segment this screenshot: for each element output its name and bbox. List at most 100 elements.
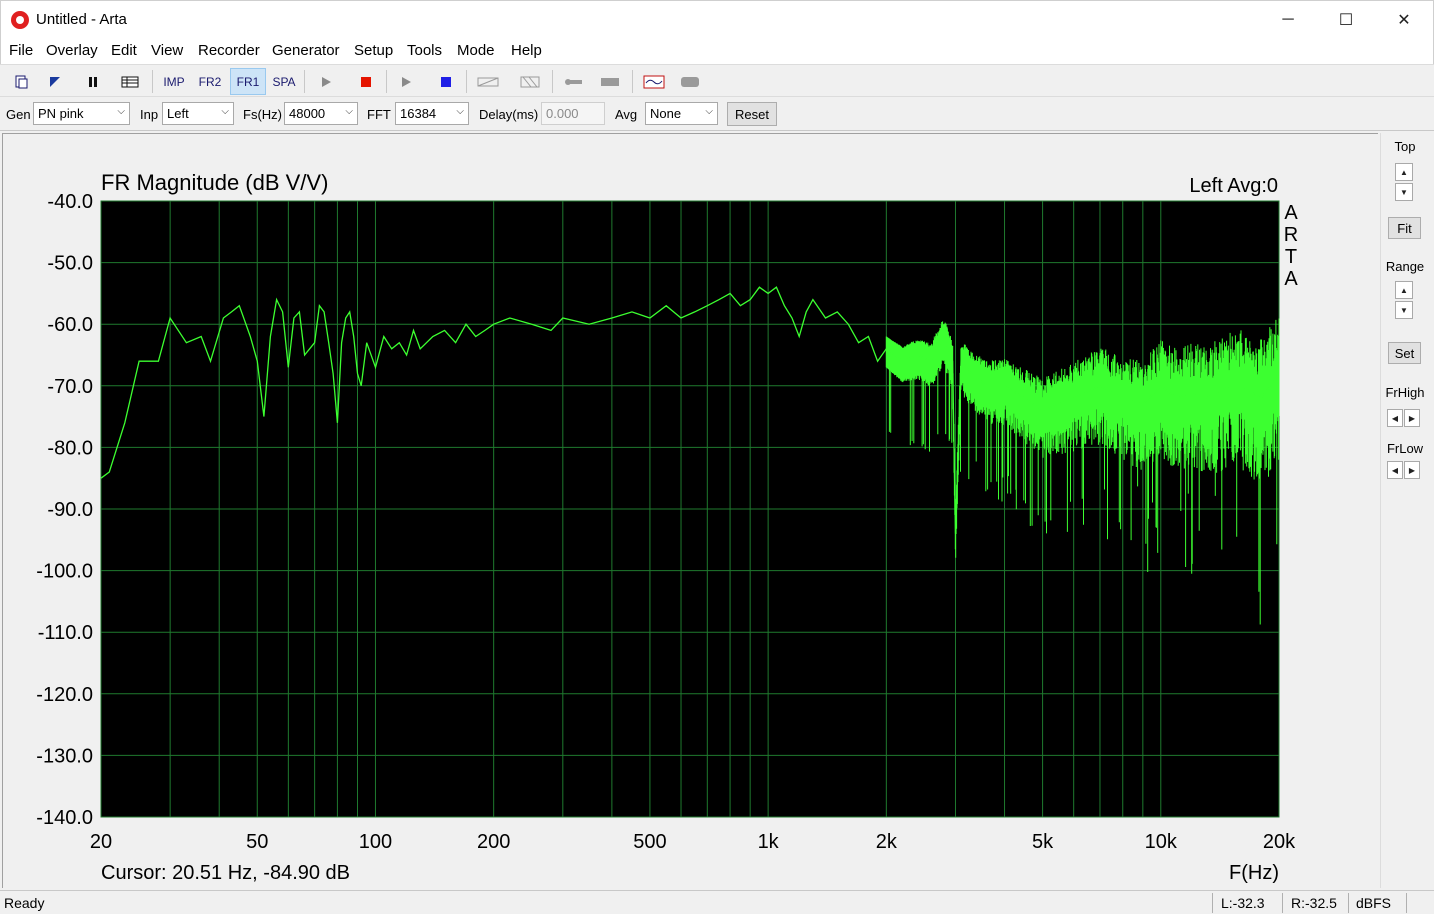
channel-avg-label: Left Avg:0	[1189, 175, 1278, 197]
y-tick-label: -50.0	[47, 253, 93, 275]
menu-recorder[interactable]: Recorder	[198, 42, 260, 59]
top-up-button[interactable]: ▲	[1395, 163, 1413, 181]
generator-stop-button[interactable]	[432, 68, 460, 95]
pause-icon	[89, 76, 97, 87]
range-down-button[interactable]: ▼	[1395, 301, 1413, 319]
gen-label: Gen	[6, 107, 31, 122]
set-button[interactable]: Set	[1388, 342, 1421, 364]
open-file-button[interactable]	[42, 68, 68, 95]
x-axis-ticks: 20 50 100 200 500 1k 2k 5k 10k 20k	[90, 831, 1296, 853]
pause-button[interactable]	[80, 68, 106, 95]
toolbar-separator	[304, 70, 305, 93]
delay-label: Delay(ms)	[479, 107, 539, 122]
menu-file[interactable]: File	[9, 42, 33, 59]
x-axis-label: F(Hz)	[1229, 862, 1279, 884]
averaging-value: None	[650, 106, 682, 121]
reset-button[interactable]: Reset	[727, 102, 777, 126]
frequency-response-chart[interactable]: -40.0 -50.0 -60.0 -70.0 -80.0 -90.0 -100.0 -110…	[3, 134, 1377, 887]
bar-button[interactable]	[596, 68, 624, 95]
x-tick-label: 1k	[758, 831, 780, 853]
y-tick-label: -80.0	[47, 437, 93, 459]
new-file-icon	[15, 75, 28, 88]
menu-help[interactable]: Help	[511, 42, 542, 59]
chevron-down-icon: ⌵	[456, 106, 464, 117]
frhigh-left-button[interactable]: ◀	[1387, 409, 1403, 427]
input-select-value: Left	[167, 106, 189, 121]
y-tick-label: -140.0	[36, 807, 93, 829]
control-bar: Gen PN pink ⌵ Inp Left ⌵ Fs(Hz) 48000 ⌵ …	[0, 97, 1434, 131]
spa-mode-button[interactable]: SPA	[268, 68, 300, 95]
status-bar: Ready L:-32.3 R:-32.5 dBFS	[0, 890, 1434, 914]
play-button[interactable]	[312, 68, 340, 95]
table-button[interactable]	[116, 68, 144, 95]
plot-panel[interactable]: -40.0 -50.0 -60.0 -70.0 -80.0 -90.0 -100.0 -110…	[2, 133, 1378, 888]
hatch-icon	[520, 76, 540, 87]
close-button[interactable]: ✕	[1375, 1, 1433, 39]
averaging-select[interactable]: None ⌵	[645, 102, 718, 125]
sample-rate-value: 48000	[289, 106, 326, 121]
input-select[interactable]: Left ⌵	[162, 102, 234, 125]
fit-button[interactable]: Fit	[1388, 217, 1421, 239]
record-stop-button[interactable]	[352, 68, 380, 95]
x-tick-label: 20k	[1263, 831, 1296, 853]
x-tick-label: 2k	[876, 831, 898, 853]
sample-rate-select[interactable]: 48000 ⌵	[284, 102, 358, 125]
status-text: Ready	[4, 895, 45, 911]
probe-button[interactable]	[560, 68, 588, 95]
frhigh-right-button[interactable]: ▶	[1404, 409, 1420, 427]
cursor-readout: Cursor: 20.51 Hz, -84.90 dB	[101, 862, 350, 884]
maximize-button[interactable]: ☐	[1317, 1, 1375, 39]
hatch-button[interactable]	[516, 68, 544, 95]
arta-brand-text: ARTA	[1284, 202, 1299, 290]
title-bar: Untitled - Arta ─ ☐ ✕	[0, 0, 1434, 38]
y-tick-label: -90.0	[47, 499, 93, 521]
frlow-right-button[interactable]: ▶	[1404, 461, 1420, 479]
new-file-button[interactable]	[8, 68, 34, 95]
label-icon	[477, 77, 499, 86]
toolbar-separator	[632, 70, 633, 93]
frlow-left-button[interactable]: ◀	[1387, 461, 1403, 479]
toolbar-separator	[552, 70, 553, 93]
y-tick-label: -110.0	[38, 622, 93, 644]
generator-select[interactable]: PN pink ⌵	[33, 102, 130, 125]
fs-label: Fs(Hz)	[243, 107, 282, 122]
imp-mode-button[interactable]: IMP	[158, 68, 190, 95]
level-unit: dBFS	[1356, 895, 1392, 911]
toolbar-separator	[386, 70, 387, 93]
fft-label: FFT	[367, 107, 391, 122]
x-tick-label: 200	[477, 831, 510, 853]
menu-view[interactable]: View	[151, 42, 183, 59]
menu-bar: File Overlay Edit View Recorder Generato…	[0, 38, 1434, 64]
menu-mode[interactable]: Mode	[457, 42, 495, 59]
minimize-button[interactable]: ─	[1259, 1, 1317, 39]
fft-size-select[interactable]: 16384 ⌵	[395, 102, 469, 125]
bar-icon	[601, 77, 619, 86]
generator-play-button[interactable]	[392, 68, 420, 95]
overlay-button[interactable]	[676, 68, 704, 95]
label-button[interactable]	[474, 68, 502, 95]
chevron-down-icon: ⌵	[221, 106, 229, 117]
menu-setup[interactable]: Setup	[354, 42, 393, 59]
open-file-icon	[50, 76, 60, 87]
menu-overlay[interactable]: Overlay	[46, 42, 98, 59]
scope-button[interactable]	[640, 68, 668, 95]
play-icon	[322, 76, 331, 87]
fft-size-value: 16384	[400, 106, 437, 121]
menu-generator[interactable]: Generator	[272, 42, 340, 59]
window-title: Untitled - Arta	[36, 11, 127, 28]
generator-select-value: PN pink	[38, 106, 84, 121]
delay-input[interactable]: 0.000	[541, 102, 605, 125]
menu-edit[interactable]: Edit	[111, 42, 137, 59]
chevron-down-icon: ⌵	[345, 106, 353, 117]
status-divider	[1348, 893, 1349, 913]
arta-logo-icon	[11, 11, 29, 29]
menu-tools[interactable]: Tools	[407, 42, 442, 59]
table-icon	[121, 76, 139, 87]
fr2-mode-button[interactable]: FR2	[194, 68, 226, 95]
avg-label: Avg	[615, 107, 638, 122]
top-label: Top	[1394, 139, 1416, 154]
top-down-button[interactable]: ▼	[1395, 183, 1413, 201]
range-up-button[interactable]: ▲	[1395, 281, 1413, 299]
fr1-mode-button[interactable]: FR1	[230, 68, 266, 95]
chevron-down-icon: ⌵	[705, 106, 713, 117]
